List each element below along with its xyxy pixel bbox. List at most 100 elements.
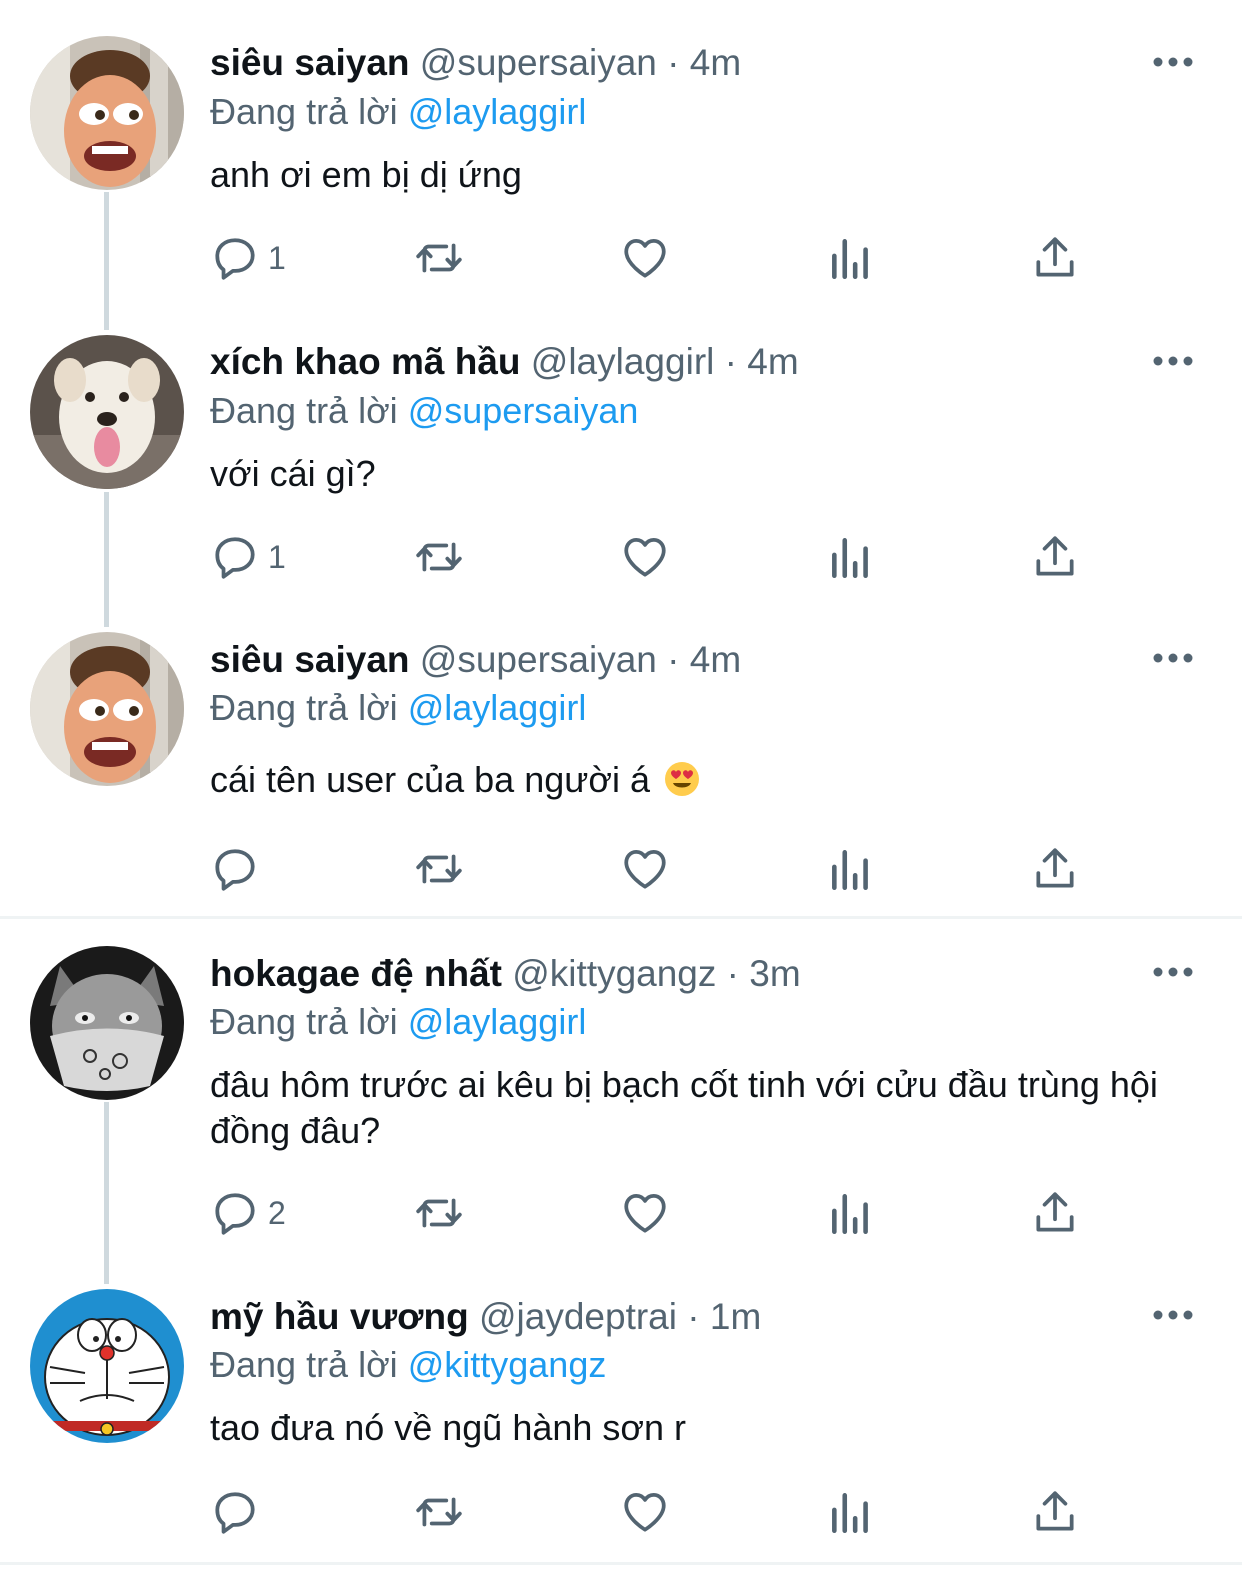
reply-mention-link[interactable]: @laylaggirl	[408, 687, 587, 728]
views-button[interactable]	[826, 527, 876, 587]
views-icon	[832, 1194, 868, 1235]
tweet-header: mỹ hầu vương @jaydeptrai · 1m	[210, 1291, 761, 1343]
tweet-actions: 2	[0, 1183, 1242, 1243]
tweet-text: tao đưa nó về ngũ hành sơn r	[210, 1407, 687, 1448]
retweet-button[interactable]	[414, 228, 464, 288]
reply-prefix: Đang trả lời	[210, 687, 398, 728]
views-icon	[832, 239, 868, 280]
reply-icon	[215, 238, 255, 280]
reply-count: 2	[268, 1194, 286, 1231]
tweet-time[interactable]: 4m	[690, 639, 741, 680]
views-button[interactable]	[826, 1482, 876, 1542]
tweet[interactable]: hokagae đệ nhất @kittygangz · 3m Đang tr…	[0, 919, 1242, 1284]
reply-button[interactable]: 1	[210, 527, 286, 587]
tweet-time[interactable]: 4m	[690, 42, 741, 83]
reply-button[interactable]	[210, 1482, 268, 1542]
views-button[interactable]	[826, 839, 876, 899]
more-icon[interactable]	[1150, 648, 1196, 668]
user-handle[interactable]: @supersaiyan	[420, 639, 657, 680]
retweet-icon	[416, 854, 462, 884]
reply-icon	[215, 849, 255, 891]
tweet-header: xích khao mã hầu @laylaggirl · 4m	[210, 336, 799, 388]
like-button[interactable]	[620, 527, 670, 587]
tweet[interactable]: xích khao mã hầu @laylaggirl · 4m Đang t…	[0, 300, 1242, 630]
replying-to: Đang trả lời @laylaggirl	[210, 89, 586, 135]
like-icon	[624, 239, 666, 278]
reply-prefix: Đang trả lời	[210, 1001, 398, 1042]
like-icon	[624, 1493, 666, 1532]
views-icon	[832, 850, 868, 891]
tweet-text: đâu hôm trước ai kêu bị bạch cốt tinh vớ…	[210, 1064, 1158, 1151]
views-icon	[832, 1493, 868, 1534]
tweet-time[interactable]: 1m	[710, 1296, 761, 1337]
share-button[interactable]	[1030, 839, 1080, 899]
avatar[interactable]	[30, 335, 184, 489]
tweet-time[interactable]: 3m	[749, 953, 800, 994]
like-icon	[624, 538, 666, 577]
avatar[interactable]	[30, 1289, 184, 1443]
tweet[interactable]: siêu saiyan @supersaiyan · 4m Đang trả l…	[0, 0, 1242, 330]
user-handle[interactable]: @jaydeptrai	[479, 1296, 677, 1337]
retweet-icon	[416, 1497, 462, 1527]
retweet-button[interactable]	[414, 527, 464, 587]
retweet-button[interactable]	[414, 1482, 464, 1542]
display-name[interactable]: hokagae đệ nhất	[210, 953, 502, 994]
reply-count: 1	[268, 538, 286, 575]
reply-icon	[215, 537, 255, 579]
reply-mention-link[interactable]: @laylaggirl	[408, 91, 587, 132]
like-button[interactable]	[620, 228, 670, 288]
reply-button[interactable]: 2	[210, 1183, 286, 1243]
reply-icon	[215, 1193, 255, 1235]
separator-dot: ·	[667, 42, 680, 83]
tweet-header: hokagae đệ nhất @kittygangz · 3m	[210, 948, 801, 1000]
more-icon[interactable]	[1150, 962, 1196, 982]
user-handle[interactable]: @supersaiyan	[420, 42, 657, 83]
tweet[interactable]: mỹ hầu vương @jaydeptrai · 1m Đang trả l…	[0, 1262, 1242, 1562]
share-button[interactable]	[1030, 527, 1080, 587]
views-button[interactable]	[826, 228, 876, 288]
reply-count: 1	[268, 239, 286, 276]
reply-icon	[215, 1492, 255, 1534]
user-handle[interactable]: @laylaggirl	[531, 341, 715, 382]
display-name[interactable]: siêu saiyan	[210, 42, 410, 83]
replying-to: Đang trả lời @laylaggirl	[210, 685, 586, 731]
tweet-text: anh ơi em bị dị ứng	[210, 154, 522, 195]
separator-dot: ·	[724, 341, 737, 382]
reply-mention-link[interactable]: @supersaiyan	[408, 390, 639, 431]
retweet-icon	[416, 542, 462, 572]
avatar[interactable]	[30, 946, 184, 1100]
tweet-text-content: cái tên user của ba người á	[210, 759, 650, 800]
more-icon[interactable]	[1150, 52, 1196, 72]
avatar[interactable]	[30, 632, 184, 786]
retweet-button[interactable]	[414, 1183, 464, 1243]
more-icon[interactable]	[1150, 351, 1196, 371]
share-button[interactable]	[1030, 1183, 1080, 1243]
share-icon	[1036, 1491, 1074, 1531]
display-name[interactable]: siêu saiyan	[210, 639, 410, 680]
share-icon	[1036, 536, 1074, 576]
avatar[interactable]	[30, 36, 184, 190]
like-button[interactable]	[620, 1482, 670, 1542]
tweet-time[interactable]: 4m	[747, 341, 798, 382]
share-button[interactable]	[1030, 1482, 1080, 1542]
tweet-text: cái tên user của ba người á	[210, 757, 1210, 803]
reply-mention-link[interactable]: @kittygangz	[408, 1344, 607, 1385]
separator-dot: ·	[667, 639, 680, 680]
views-button[interactable]	[826, 1183, 876, 1243]
share-button[interactable]	[1030, 228, 1080, 288]
like-button[interactable]	[620, 1183, 670, 1243]
reply-mention-link[interactable]: @laylaggirl	[408, 1001, 587, 1042]
like-button[interactable]	[620, 839, 670, 899]
retweet-button[interactable]	[414, 839, 464, 899]
reply-button[interactable]	[210, 839, 268, 899]
tweet[interactable]: siêu saiyan @supersaiyan · 4m Đang trả l…	[0, 600, 1242, 916]
reply-prefix: Đang trả lời	[210, 1344, 398, 1385]
display-name[interactable]: xích khao mã hầu	[210, 341, 521, 382]
separator-dot: ·	[726, 953, 739, 994]
reply-button[interactable]: 1	[210, 228, 286, 288]
display-name[interactable]: mỹ hầu vương	[210, 1296, 469, 1337]
woody-face-avatar-icon	[30, 632, 184, 786]
user-handle[interactable]: @kittygangz	[512, 953, 716, 994]
more-icon[interactable]	[1150, 1305, 1196, 1325]
tweet-actions	[0, 839, 1242, 899]
